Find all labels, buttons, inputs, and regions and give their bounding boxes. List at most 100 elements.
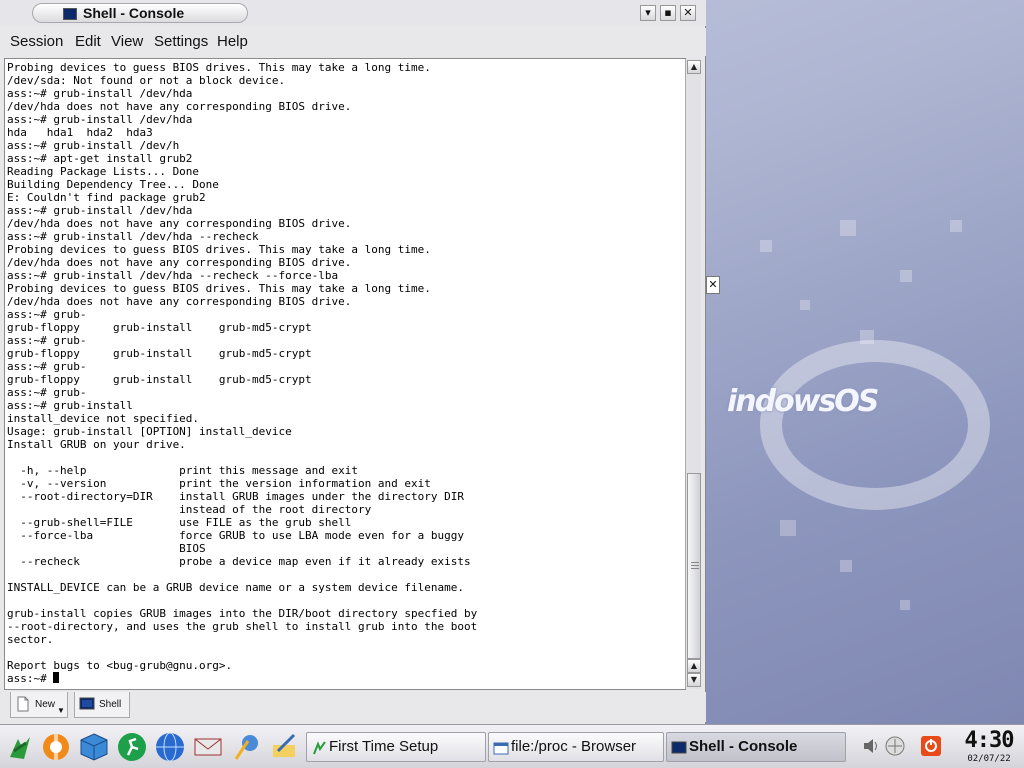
- terminal-line: ass:~# grub-install /dev/hda --recheck -…: [7, 269, 339, 282]
- task-browser[interactable]: file:/proc - Browser: [488, 732, 664, 762]
- task-shell-console[interactable]: Shell - Console: [666, 732, 846, 762]
- terminal-line: /dev/hda does not have any corresponding…: [7, 256, 352, 269]
- title-pill: Shell - Console: [32, 3, 248, 23]
- mail-icon[interactable]: [192, 731, 224, 763]
- network-icon[interactable]: [884, 735, 906, 757]
- terminal-line: --recheck probe a device map even if it …: [7, 555, 471, 568]
- terminal-line: instead of the root directory: [7, 503, 372, 516]
- menu-session[interactable]: Session: [10, 33, 63, 50]
- menu-settings[interactable]: Settings: [154, 33, 208, 50]
- vertical-scrollbar[interactable]: ▲ ▲ ▼: [685, 59, 701, 689]
- window-title: Shell - Console: [83, 5, 185, 21]
- terminal-line: -v, --version print the version informat…: [7, 477, 431, 490]
- menu-bar: Session Edit View Settings Help: [0, 28, 706, 56]
- desktop-decoration: [760, 240, 772, 252]
- desktop-decoration: [900, 600, 910, 610]
- terminal-line: ass:~# grub-install /dev/hda --recheck: [7, 230, 259, 243]
- terminal-line: /dev/hda does not have any corresponding…: [7, 217, 352, 230]
- menu-view[interactable]: View: [111, 33, 143, 50]
- desktop-logo-ring: [760, 340, 990, 510]
- terminal-line: /dev/sda: Not found or not a block devic…: [7, 74, 286, 87]
- terminal-icon: [79, 697, 95, 710]
- lifebuoy-icon[interactable]: [40, 731, 72, 763]
- power-icon[interactable]: [920, 735, 942, 757]
- tab-shell[interactable]: Shell: [74, 692, 130, 718]
- terminal-line: ass:~# apt-get install grub2: [7, 152, 193, 165]
- floating-close-icon[interactable]: ✕: [706, 276, 720, 294]
- terminal-line: --force-lba force GRUB to use LBA mode e…: [7, 529, 464, 542]
- terminal-icon[interactable]: [63, 8, 77, 20]
- terminal-line: sector.: [7, 633, 54, 646]
- terminal-line: grub-floppy grub-install grub-md5-crypt: [7, 321, 312, 334]
- desktop-decoration: [800, 300, 810, 310]
- terminal-line: --root-directory=DIR install GRUB images…: [7, 490, 464, 503]
- terminal-line: ass:~# grub-: [7, 386, 87, 399]
- scroll-up-arrow-icon[interactable]: ▲: [687, 659, 701, 673]
- terminal-line: Probing devices to guess BIOS drives. Th…: [7, 243, 431, 256]
- kde-menu-icon[interactable]: [4, 731, 36, 763]
- terminal-line: -h, --help print this message and exit: [7, 464, 358, 477]
- editor-icon[interactable]: [268, 731, 300, 763]
- clock[interactable]: 4:30 02/07/22: [956, 729, 1022, 767]
- scroll-up-arrow-icon[interactable]: ▲: [687, 60, 701, 74]
- terminal-line: grub-floppy grub-install grub-md5-crypt: [7, 373, 312, 386]
- terminal-line: install_device not specified.: [7, 412, 200, 425]
- text-cursor: [53, 672, 60, 683]
- console-window: Shell - Console ▾ ▪ ✕ Session Edit View …: [0, 0, 706, 724]
- desktop-decoration: [840, 220, 856, 236]
- terminal-line: Reading Package Lists... Done: [7, 165, 200, 178]
- desktop-decoration: [950, 220, 962, 232]
- terminal-line: BIOS: [7, 542, 206, 555]
- tab-new[interactable]: New ▼: [10, 692, 68, 718]
- terminal-line: grub-install copies GRUB images into the…: [7, 607, 478, 620]
- terminal-line: hda hda1 hda2 hda3: [7, 126, 153, 139]
- terminal-line: --root-directory, and uses the grub shel…: [7, 620, 478, 633]
- terminal-icon: [671, 741, 687, 754]
- menu-edit[interactable]: Edit: [75, 33, 101, 50]
- maximize-button[interactable]: ▪: [660, 5, 676, 21]
- clock-date: 02/07/22: [967, 754, 1011, 764]
- terminal-line: ass:~# grub-install /dev/h: [7, 139, 180, 152]
- globe-icon[interactable]: [154, 731, 186, 763]
- terminal-line: Probing devices to guess BIOS drives. Th…: [7, 61, 431, 74]
- terminal-line: Report bugs to <bug-grub@gnu.org>.: [7, 659, 233, 672]
- terminal-line: Building Dependency Tree... Done: [7, 178, 219, 191]
- terminal-line: Usage: grub-install [OPTION] install_dev…: [7, 425, 292, 438]
- minimize-button[interactable]: ▾: [640, 5, 656, 21]
- cube-icon[interactable]: [78, 731, 110, 763]
- terminal-line: ass:~# grub-: [7, 360, 87, 373]
- clock-time: 4:30: [964, 728, 1015, 753]
- desktop-decoration: [840, 560, 852, 572]
- runner-icon[interactable]: [116, 731, 148, 763]
- scrollbar-thumb[interactable]: [687, 473, 701, 659]
- taskbar: First Time Setup file:/proc - Browser Sh…: [0, 724, 1024, 768]
- scroll-down-arrow-icon[interactable]: ▼: [687, 673, 701, 687]
- terminal-line: ass:~# grub-install /dev/hda: [7, 87, 193, 100]
- task-first-time-setup[interactable]: First Time Setup: [306, 732, 486, 762]
- terminal-line: ass:~# grub-: [7, 308, 87, 321]
- terminal-line: ass:~#: [7, 672, 54, 685]
- terminal-line: INSTALL_DEVICE can be a GRUB device name…: [7, 581, 464, 594]
- volume-icon[interactable]: [860, 735, 882, 757]
- menu-help[interactable]: Help: [217, 33, 248, 50]
- terminal-text: Probing devices to guess BIOS drives. Th…: [5, 59, 685, 685]
- terminal-line: Probing devices to guess BIOS drives. Th…: [7, 282, 431, 295]
- wizard-icon[interactable]: [230, 731, 262, 763]
- desktop-logo: indowsOS: [727, 384, 879, 419]
- terminal-line: Install GRUB on your drive.: [7, 438, 186, 451]
- session-tabs: New ▼ Shell: [0, 692, 706, 722]
- terminal-line: grub-floppy grub-install grub-md5-crypt: [7, 347, 312, 360]
- desktop-decoration: [780, 520, 796, 536]
- terminal-output[interactable]: Probing devices to guess BIOS drives. Th…: [4, 58, 686, 690]
- new-session-icon: [17, 696, 29, 712]
- terminal-line: /dev/hda does not have any corresponding…: [7, 295, 352, 308]
- terminal-line: ass:~# grub-install /dev/hda: [7, 204, 193, 217]
- chevron-down-icon: ▼: [57, 706, 65, 715]
- desktop-decoration: [900, 270, 912, 282]
- setup-icon: [313, 741, 326, 755]
- terminal-line: /dev/hda does not have any corresponding…: [7, 100, 352, 113]
- terminal-line: ass:~# grub-install: [7, 399, 133, 412]
- close-button[interactable]: ✕: [680, 5, 696, 21]
- terminal-line: ass:~# grub-: [7, 334, 87, 347]
- title-bar[interactable]: Shell - Console ▾ ▪ ✕: [0, 0, 706, 26]
